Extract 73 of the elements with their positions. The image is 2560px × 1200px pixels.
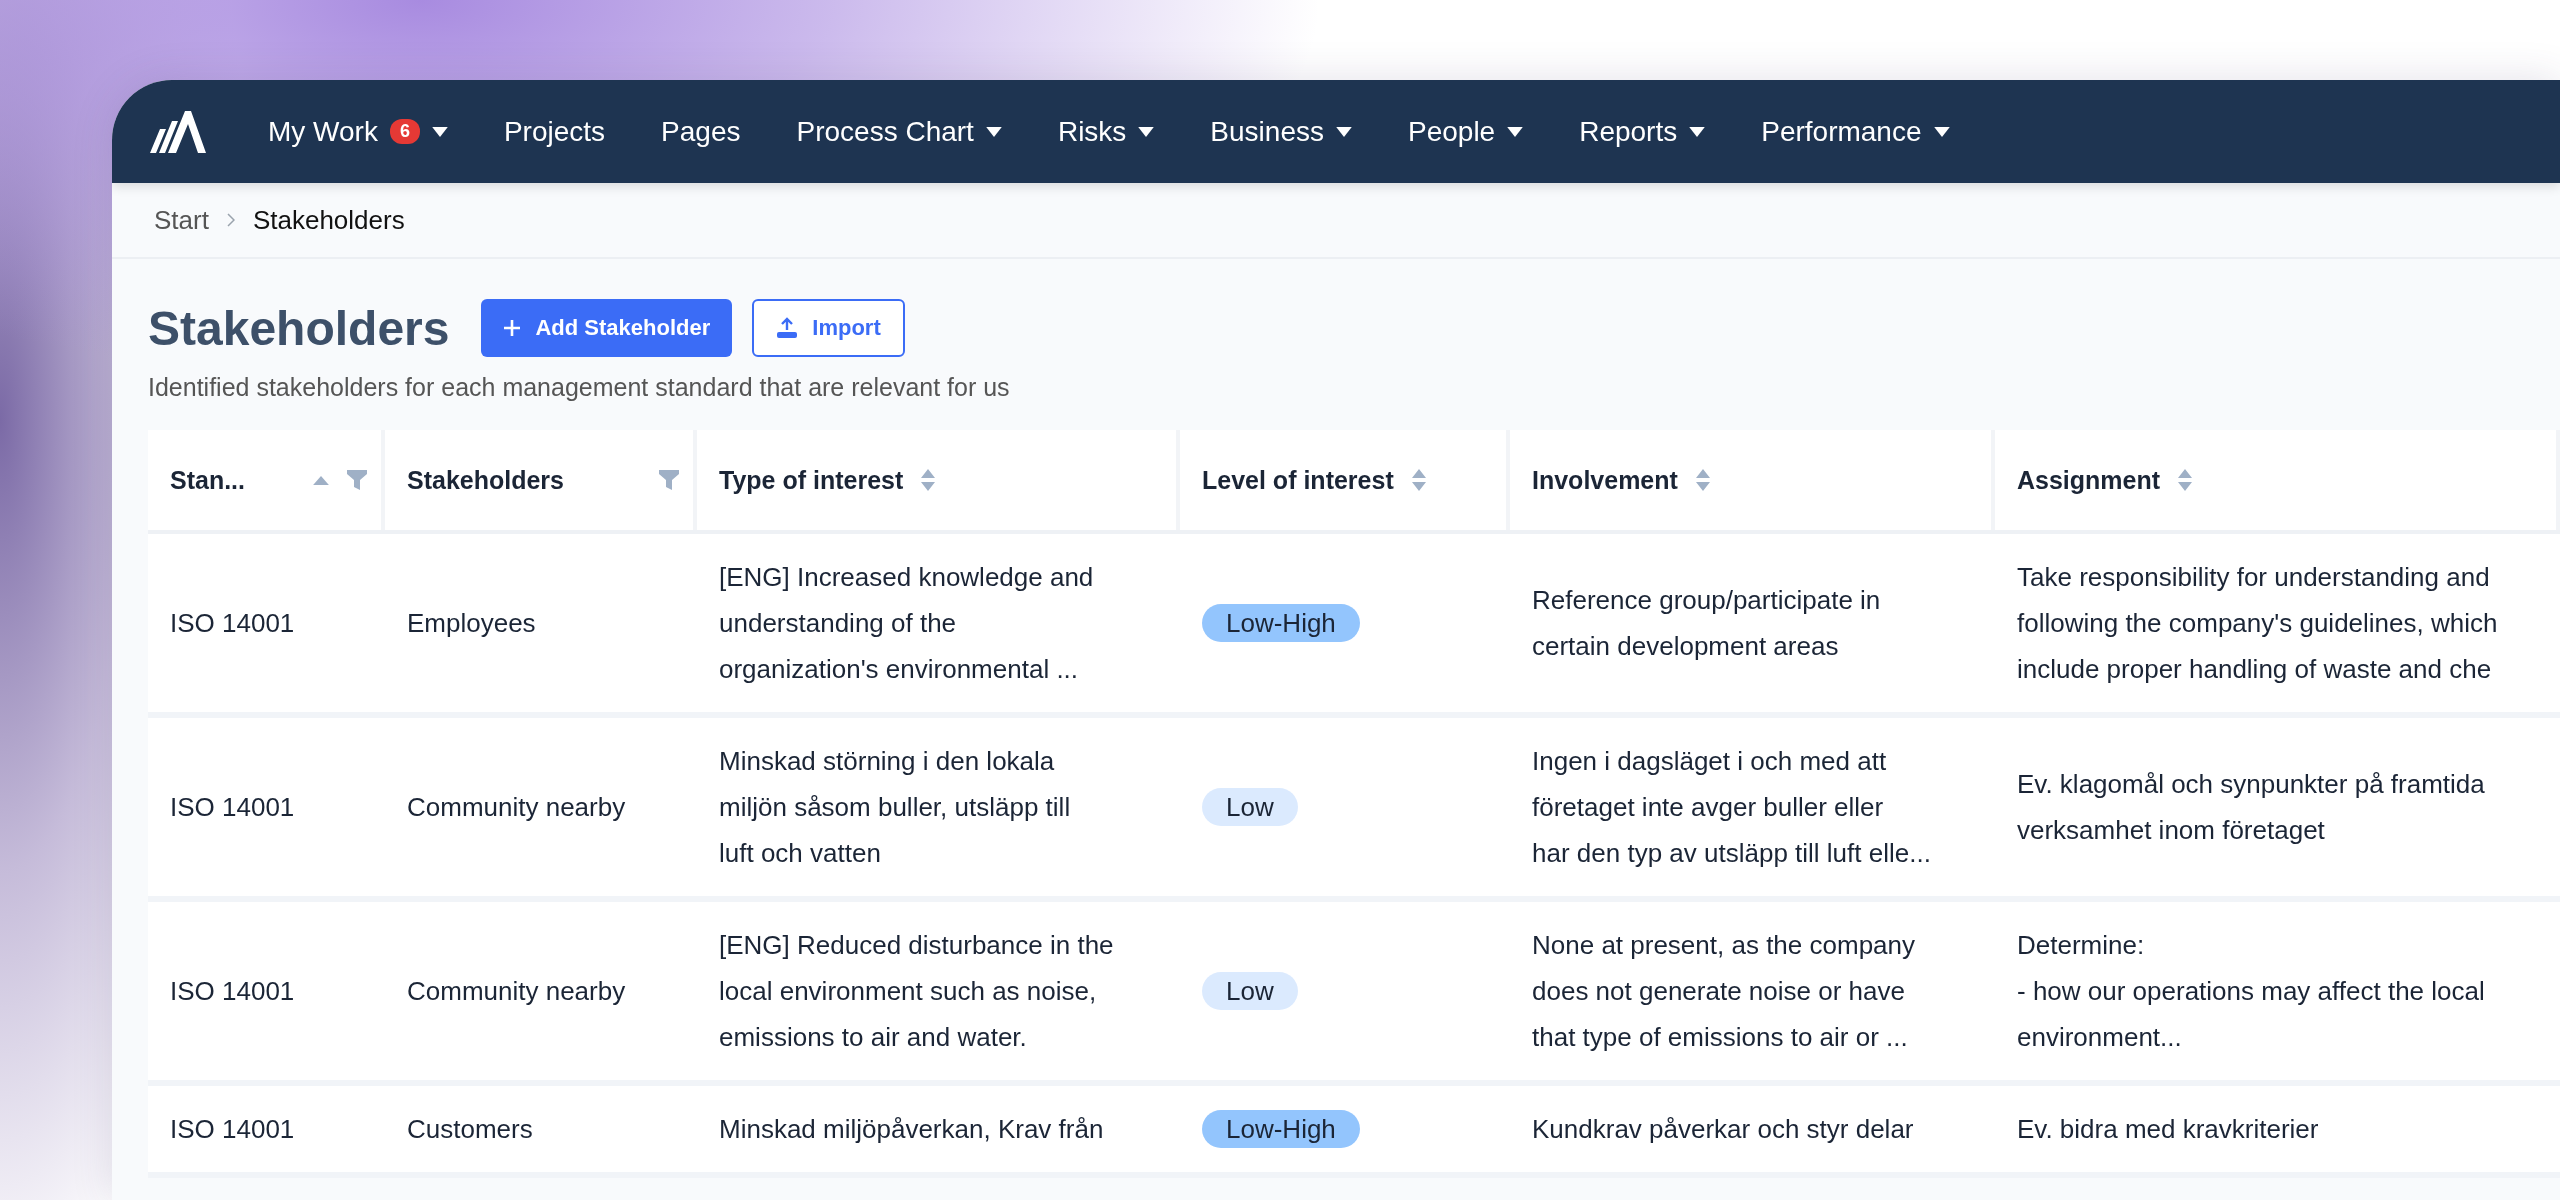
level-tag: Low [1202, 972, 1298, 1010]
filter-icon[interactable] [659, 470, 679, 490]
nav-menu-item[interactable]: Reports [1551, 115, 1734, 148]
table-cell-text: Minskad miljöpåverkan, Krav från [718, 1113, 1105, 1146]
upload-icon [776, 317, 799, 339]
nav-menu-item[interactable]: Risks [1029, 115, 1183, 148]
table-cell-text: Minskad störning i den lokala miljön såsom buller, utsläpp till luft och vatten [718, 745, 1072, 870]
table-cell-text: Customers [406, 1113, 534, 1146]
breadcrumb-link[interactable]: Start [154, 204, 209, 236]
table-cell-text: [ENG] Increased knowledge and understanding of the organization's environmental ... [718, 561, 1095, 686]
column-header[interactable]: Stan... [148, 430, 385, 530]
level-tag: Low-High [1202, 604, 1360, 642]
table-cell-text: Ingen i dagsläget i och med att företaget inte avger buller eller har den typ av utsläpp till luft elle... [1531, 745, 1932, 870]
nav-label: Projects [503, 115, 606, 148]
nav-label: People [1408, 115, 1496, 148]
table-cell-text: ISO 14001 [169, 1113, 296, 1146]
table-cell-text: None at present, as the company does not generate noise or have that type of emissions to air or ... [1531, 929, 1916, 1054]
column-label: Assignment [2017, 465, 2161, 495]
level-tag: Low-High [1202, 1110, 1360, 1148]
nav-menu-item[interactable]: Business [1182, 115, 1380, 148]
nav-label: Business [1210, 115, 1324, 148]
count-badge: 6 [389, 119, 420, 144]
column-header[interactable]: Type of interest [697, 430, 1180, 530]
page-title: Stakeholders [148, 300, 450, 356]
column-label: Stan... [170, 465, 245, 495]
nav-label: Pages [661, 115, 741, 148]
column-header[interactable]: Stakeholders [385, 430, 697, 530]
nav-menu-item[interactable]: People [1380, 115, 1552, 148]
table-row[interactable]: ISO 14001 Customers Minskad miljöpåverkan, Krav från Low-High Kundkrav påverkar och styr delar Ev. bidra med kravkriterier [148, 1086, 2560, 1178]
add-button[interactable]: Add Stakeholder [481, 299, 733, 357]
logo-icon[interactable] [150, 110, 206, 153]
column-label: Type of interest [719, 465, 904, 495]
table-cell-text: Community nearby [406, 975, 627, 1008]
nav-label: Risks [1057, 115, 1127, 148]
column-header[interactable]: Level of interest [1180, 430, 1510, 530]
table-cell-text: Reference group/participate in certain development areas [1531, 584, 1882, 663]
plus-icon [503, 319, 522, 337]
sort-icon[interactable] [1411, 469, 1426, 491]
table-cell-text: Ev. klagomål och synpunkter på framtida verksamhet inom företaget [2016, 768, 2486, 847]
table-cell-text: Determine: - how our operations may affect the local environment... [2016, 929, 2486, 1054]
breadcrumb-link[interactable]: Stakeholders [252, 204, 405, 236]
column-label: Level of interest [1202, 465, 1394, 495]
column-header[interactable]: Assignment [1995, 430, 2560, 530]
chevron-icon [226, 213, 235, 227]
filter-icon[interactable] [347, 470, 367, 490]
sort-icon[interactable] [2178, 469, 2193, 491]
nav-menu-item[interactable]: My Work 6 [240, 115, 476, 148]
nav-menu-item[interactable]: Process Chart [768, 115, 1030, 148]
sort-icon[interactable] [1695, 469, 1710, 491]
sort-icon[interactable] [921, 469, 936, 491]
nav-label: My Work [268, 115, 378, 148]
column-label: Involvement [1532, 465, 1678, 495]
sort-ascending-icon[interactable] [313, 475, 329, 485]
nav-menu-item[interactable]: Projects [475, 115, 634, 148]
table-cell-text: [ENG] Reduced disturbance in the local environment such as noise, emissions to air and water. [718, 929, 1115, 1054]
table-cell-text: ISO 14001 [169, 791, 296, 824]
nav-menu-item[interactable]: Pages [633, 115, 769, 148]
table-cell-text: Take responsibility for understanding and following the company's guidelines, which include proper handling of waste and che [2016, 561, 2499, 686]
nav-label: Reports [1579, 115, 1678, 148]
nav-label: Performance [1761, 115, 1922, 148]
table-cell-text: Ev. bidra med kravkriterier [2016, 1113, 2320, 1146]
table-cell-text: Employees [406, 607, 537, 640]
table-cell-text: ISO 14001 [169, 975, 296, 1008]
table-cell-text: ISO 14001 [169, 607, 296, 640]
table-cell-text: Community nearby [406, 791, 627, 824]
import-button[interactable]: Import [752, 299, 905, 357]
page-subtitle: Identified stakeholders for each management standard that are relevant for us [148, 373, 1011, 402]
nav-label: Process Chart [796, 115, 974, 148]
nav-menu-item[interactable]: Performance [1733, 115, 1978, 148]
column-label: Stakeholders [407, 465, 564, 495]
table-cell-text: Kundkrav påverkar och styr delar [1531, 1113, 1915, 1146]
column-header[interactable]: Involvement [1510, 430, 1995, 530]
level-tag: Low [1202, 788, 1298, 826]
